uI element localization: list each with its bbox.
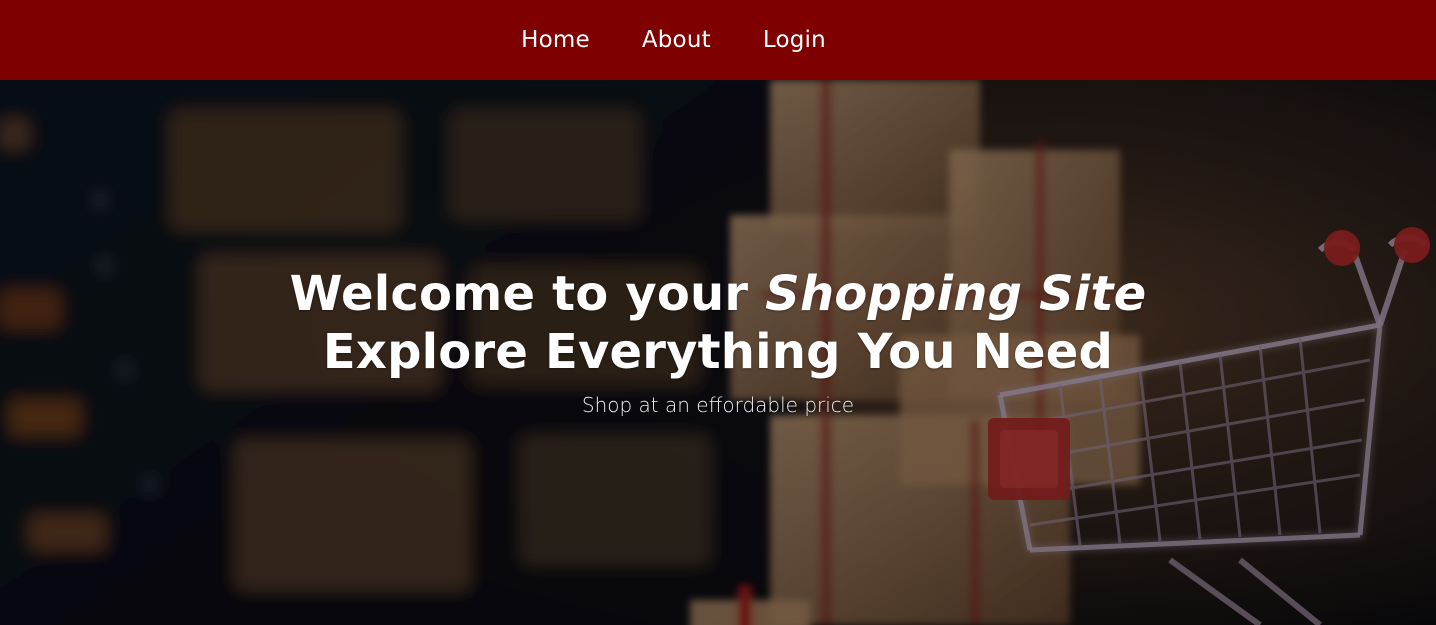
- hero-content: Welcome to your Shopping Site Explore Ev…: [0, 80, 1436, 625]
- hero-title-emphasis: Shopping Site: [765, 266, 1147, 322]
- hero-title-prefix: Welcome to your: [289, 266, 766, 322]
- hero-title-line-2: Explore Everything You Need: [322, 324, 1114, 380]
- nav-login-link[interactable]: Login: [763, 28, 826, 52]
- top-navbar: Home About Login: [0, 0, 1436, 80]
- hero-subtitle: Shop at an effordable price: [581, 393, 855, 417]
- nav-links: Home About Login: [521, 28, 826, 52]
- hero-title-line-1: Welcome to your Shopping Site: [290, 265, 1147, 323]
- nav-about-link[interactable]: About: [642, 28, 711, 52]
- hero-section: Welcome to your Shopping Site Explore Ev…: [0, 80, 1436, 625]
- hero-title: Welcome to your Shopping Site Explore Ev…: [290, 265, 1147, 381]
- nav-home-link[interactable]: Home: [521, 28, 590, 52]
